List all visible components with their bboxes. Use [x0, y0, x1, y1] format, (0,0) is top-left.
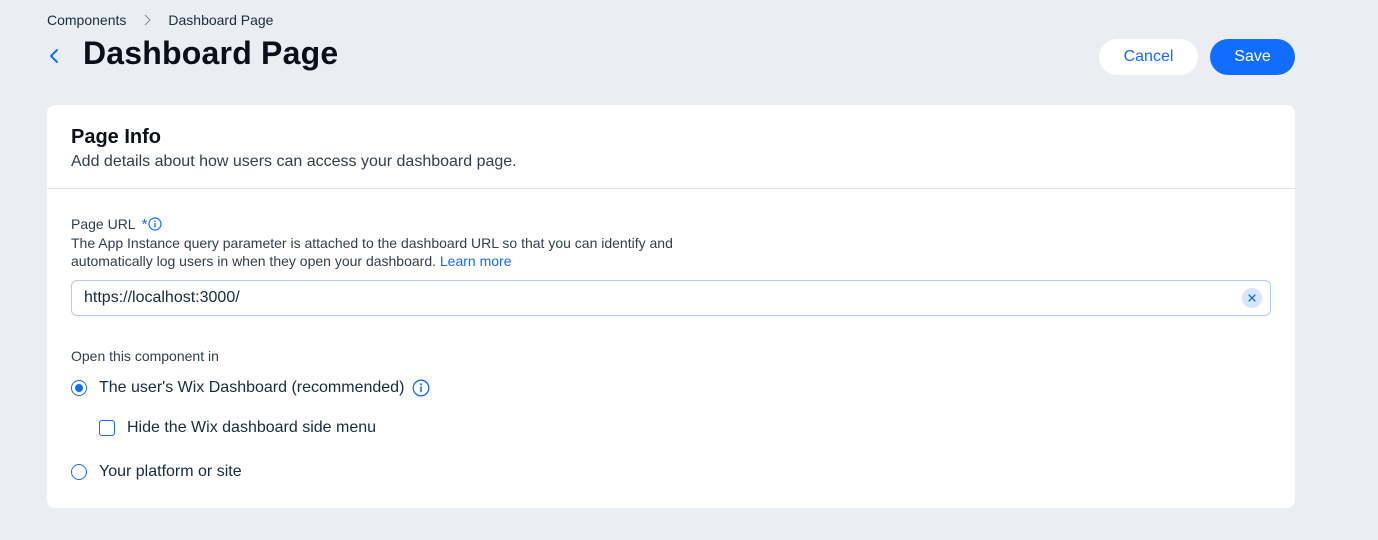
- learn-more-link[interactable]: Learn more: [440, 253, 512, 269]
- hide-side-menu-label: Hide the Wix dashboard side menu: [127, 419, 377, 436]
- page-url-input[interactable]: [72, 281, 1232, 315]
- card-title: Page Info: [71, 126, 162, 148]
- page-url-label-row: Page URL *: [71, 215, 163, 233]
- close-icon: [1248, 289, 1256, 307]
- radio-dot: [75, 384, 83, 392]
- page-title: Dashboard Page: [83, 35, 339, 71]
- page-url-field: [71, 280, 1271, 316]
- card-subtitle: Add details about how users can access y…: [71, 153, 517, 170]
- radio-wix-dashboard-label: The user's Wix Dashboard (recommended): [99, 379, 405, 396]
- radio-wix-dashboard[interactable]: The user's Wix Dashboard (recommended): [71, 379, 430, 397]
- page-url-description: The App Instance query parameter is atta…: [71, 234, 691, 270]
- radio-button-unselected[interactable]: [71, 464, 87, 480]
- breadcrumb-components[interactable]: Components: [47, 12, 126, 28]
- clear-input-button[interactable]: [1242, 288, 1262, 308]
- radio-platform-or-site[interactable]: Your platform or site: [71, 463, 242, 481]
- cancel-button[interactable]: Cancel: [1099, 39, 1198, 75]
- hide-side-menu-checkbox[interactable]: [99, 420, 115, 436]
- save-button[interactable]: Save: [1210, 39, 1295, 75]
- page-url-description-text: The App Instance query parameter is atta…: [71, 235, 673, 269]
- info-icon[interactable]: [412, 379, 430, 397]
- info-icon[interactable]: [148, 217, 163, 231]
- radio-button-selected[interactable]: [71, 380, 87, 396]
- chevron-left-icon: [49, 48, 59, 69]
- page-info-card: Page Info Add details about how users ca…: [47, 105, 1295, 508]
- open-in-label: Open this component in: [71, 348, 219, 364]
- required-mark: *: [141, 215, 148, 233]
- breadcrumb: Components Dashboard Page: [47, 10, 273, 30]
- card-header: Page Info Add details about how users ca…: [47, 105, 1295, 189]
- page-url-label: Page URL: [71, 216, 136, 232]
- hide-side-menu-option[interactable]: Hide the Wix dashboard side menu: [99, 419, 376, 437]
- radio-platform-label: Your platform or site: [99, 463, 242, 480]
- back-button[interactable]: [44, 46, 64, 70]
- dashboard-page-editor: Components Dashboard Page Dashboard Page…: [0, 0, 1378, 540]
- breadcrumb-current: Dashboard Page: [168, 12, 274, 28]
- chevron-right-icon: [144, 14, 152, 26]
